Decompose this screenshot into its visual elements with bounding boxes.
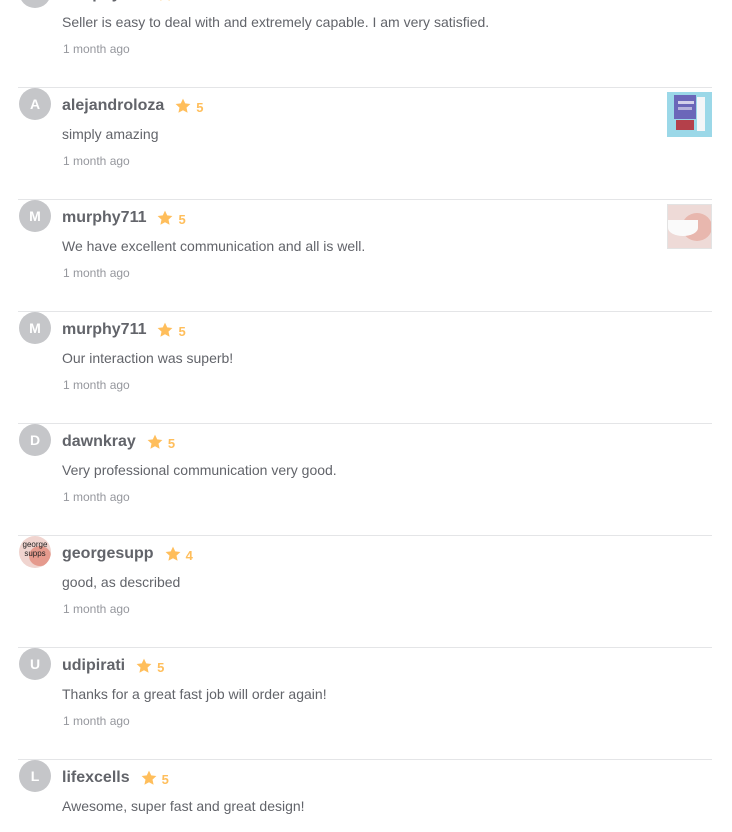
review-comment: Seller is easy to deal with and extremel…: [62, 14, 490, 30]
avatar[interactable]: M: [19, 200, 51, 232]
review-item: george supps georgesupp 4 good, as descr…: [18, 536, 712, 648]
rating-value: 5: [178, 323, 186, 339]
star-icon: [141, 770, 157, 785]
rating-value: 5: [167, 435, 176, 451]
avatar[interactable]: M: [19, 312, 51, 344]
review-comment: Awesome, super fast and great design!: [62, 798, 305, 814]
reviewer-username[interactable]: murphy711: [62, 209, 146, 227]
avatar[interactable]: U: [19, 648, 51, 680]
reviewer-username[interactable]: murphy711: [62, 0, 146, 3]
avatar[interactable]: M: [19, 0, 51, 8]
reviewer-username[interactable]: lifexcells: [62, 769, 130, 787]
rating-value: 5: [196, 99, 204, 115]
reviewer-username[interactable]: alejandroloza: [62, 97, 164, 115]
review-time: 1 month ago: [63, 602, 130, 616]
delivery-thumbnail[interactable]: [667, 204, 712, 249]
review-item: U udipirati 5 Thanks for a great fast jo…: [18, 648, 712, 760]
review-item: D dawnkray 5 Very professional communica…: [18, 424, 712, 536]
reviewer-username[interactable]: dawnkray: [62, 433, 136, 451]
review-time: 1 month ago: [63, 490, 130, 504]
avatar[interactable]: D: [19, 424, 51, 456]
review-item: L lifexcells 5 Awesome, super fast and g…: [18, 760, 712, 832]
reviewer-username[interactable]: murphy711: [62, 321, 146, 339]
avatar[interactable]: george supps: [19, 536, 51, 568]
star-icon: [136, 658, 152, 673]
avatar[interactable]: L: [19, 760, 51, 792]
review-item: M murphy711 5 Our interaction was superb…: [18, 312, 712, 424]
review-item: A alejandroloza 5 simply amazing 1 month…: [18, 88, 712, 200]
review-time: 1 month ago: [63, 154, 130, 168]
star-icon: [165, 546, 180, 561]
reviewer-username[interactable]: udipirati: [62, 657, 125, 675]
review-comment: Our interaction was superb!: [62, 350, 234, 366]
star-icon: [175, 98, 191, 113]
rating-value: 4: [185, 547, 193, 563]
review-item: M murphy711 5 Seller is easy to deal wit…: [18, 0, 712, 88]
review-comment: simply amazing: [62, 126, 159, 142]
review-comment: Thanks for a great fast job will order a…: [62, 686, 327, 702]
review-item: M murphy711 5 We have excellent communic…: [18, 200, 712, 312]
star-icon: [158, 322, 173, 337]
reviewer-username[interactable]: georgesupp: [62, 545, 154, 563]
star-icon: [158, 210, 173, 225]
reviews-list: M murphy711 5 Seller is easy to deal wit…: [0, 0, 732, 832]
rating-value: 5: [157, 659, 165, 675]
star-icon: [147, 434, 163, 449]
review-comment: good, as described: [62, 574, 181, 590]
rating-value: 5: [178, 211, 186, 227]
review-time: 1 month ago: [63, 42, 130, 56]
review-time: 1 month ago: [63, 714, 130, 728]
delivery-thumbnail[interactable]: [667, 92, 712, 137]
avatar[interactable]: A: [19, 88, 51, 120]
avatar-text: george supps: [22, 540, 48, 558]
review-time: 1 month ago: [63, 378, 130, 392]
star-icon: [160, 0, 171, 1]
rating-value: 5: [178, 0, 185, 3]
rating-value: 5: [161, 771, 169, 787]
review-time: 1 month ago: [63, 266, 130, 280]
review-comment: Very professional communication very goo…: [62, 462, 337, 478]
review-comment: We have excellent communication and all …: [62, 238, 366, 254]
